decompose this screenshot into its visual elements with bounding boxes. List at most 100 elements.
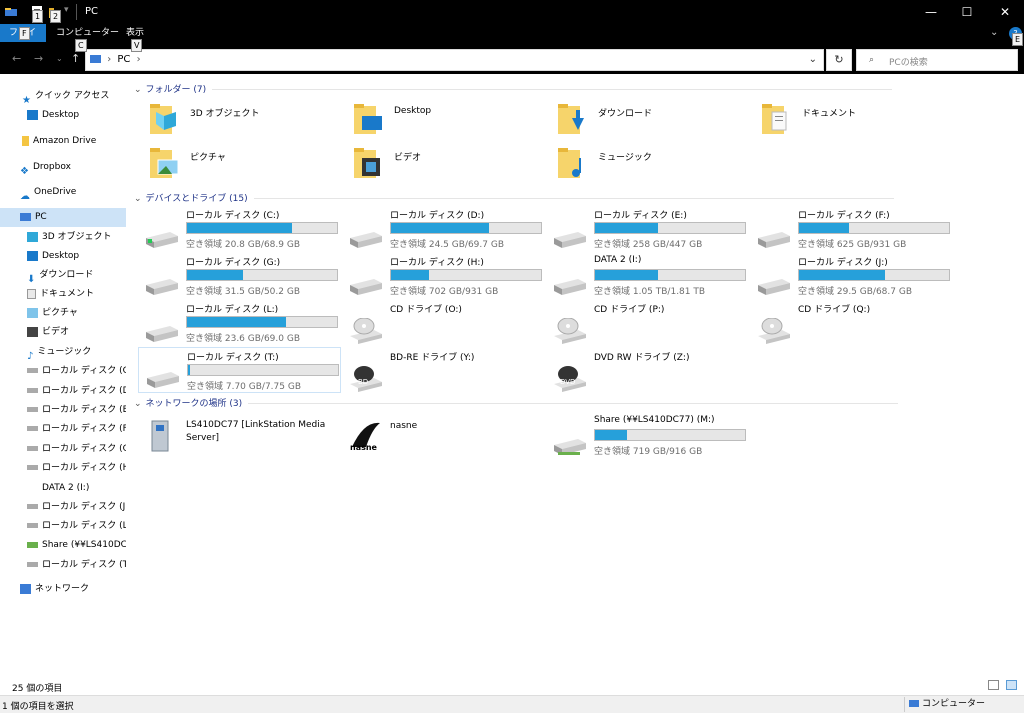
nav-quick-access[interactable]: ★ クイック アクセス xyxy=(0,87,126,106)
hard-drive-icon xyxy=(146,232,178,248)
refresh-button[interactable]: ↻ xyxy=(826,49,852,71)
close-icon[interactable]: ✕ xyxy=(982,0,1024,24)
group-folders[interactable]: ⌄ フォルダー (7) xyxy=(134,82,893,95)
nav-desktop-quick[interactable]: Desktop xyxy=(0,106,126,125)
picture-icon xyxy=(27,307,38,318)
drive-t[interactable]: ローカル ディスク (T:) 空き領域 7.70 GB/7.75 GB xyxy=(138,347,341,393)
media-server-icon xyxy=(151,420,169,452)
qat-customize-icon[interactable]: ▾ xyxy=(64,5,69,15)
drive-icon xyxy=(27,523,38,528)
up-icon[interactable]: ↑ xyxy=(71,52,80,65)
nav-desktop[interactable]: Desktop xyxy=(0,247,126,266)
folder-desktop[interactable]: Desktop xyxy=(338,100,538,142)
nav-drive-d[interactable]: ローカル ディスク (D:) xyxy=(0,382,126,401)
drive-icon xyxy=(27,407,38,412)
drive-e[interactable]: ローカル ディスク (E:) 空き領域 258 GB/447 GB xyxy=(546,208,746,254)
nav-amazon-drive[interactable]: Amazon Drive xyxy=(0,132,126,151)
folder-downloads[interactable]: ダウンロード xyxy=(542,100,742,142)
folder-videos[interactable]: ビデオ xyxy=(338,144,538,186)
drive-y[interactable]: BD BD-RE ドライブ (Y:) xyxy=(342,350,542,396)
details-view-icon[interactable] xyxy=(988,680,999,690)
nav-documents[interactable]: ドキュメント xyxy=(0,285,126,304)
status-bar: 25 個の項目 xyxy=(0,677,1024,695)
drive-o[interactable]: CD ドライブ (O:) xyxy=(342,302,542,348)
breadcrumb-chevron-icon[interactable]: › xyxy=(137,54,141,65)
ribbon-expand-icon[interactable]: ⌄ xyxy=(990,27,998,38)
nav-drive-g[interactable]: ローカル ディスク (G:) xyxy=(0,440,126,459)
tiles-view-icon[interactable] xyxy=(1006,680,1017,690)
network-nasne[interactable]: nasne nasne xyxy=(342,415,542,457)
drive-i[interactable]: DATA 2 (I:) 空き領域 1.05 TB/1.81 TB xyxy=(546,255,746,301)
chevron-down-icon: ⌄ xyxy=(134,194,142,204)
nav-drive-c[interactable]: ローカル ディスク (C:) xyxy=(0,362,126,381)
usage-bar-fill xyxy=(595,270,658,280)
nav-dropbox[interactable]: ❖ Dropbox xyxy=(0,158,126,177)
explorer-app-icon[interactable] xyxy=(4,4,18,20)
usage-bar xyxy=(186,222,338,234)
nav-drive-f[interactable]: ローカル ディスク (F:) xyxy=(0,420,126,439)
hard-drive-icon xyxy=(758,279,790,295)
keytip-qat-2: 2 xyxy=(50,10,62,23)
group-divider xyxy=(253,198,894,199)
drive-l[interactable]: ローカル ディスク (L:) 空き領域 23.6 GB/69.0 GB xyxy=(138,302,338,348)
cd-drive-icon xyxy=(554,318,586,344)
drive-p[interactable]: CD ドライブ (P:) xyxy=(546,302,746,348)
group-drives[interactable]: ⌄ デバイスとドライブ (15) xyxy=(134,191,894,204)
search-input[interactable]: ⌕ PCの検索 xyxy=(856,49,1018,71)
nav-network[interactable]: ネットワーク xyxy=(0,580,126,599)
nav-pictures[interactable]: ピクチャ xyxy=(0,304,126,323)
desktop-icon xyxy=(27,109,38,120)
music-folder-icon xyxy=(558,148,581,178)
pc-icon xyxy=(90,55,101,63)
usage-bar-fill xyxy=(799,270,885,280)
folder-documents[interactable]: ドキュメント xyxy=(746,100,946,142)
folder-pictures[interactable]: ピクチャ xyxy=(134,144,334,186)
nav-pc[interactable]: PC xyxy=(0,208,126,227)
nav-drive-j[interactable]: ローカル ディスク (J:) xyxy=(0,498,126,517)
network-linkstation[interactable]: LS410DC77 [LinkStation Media Server] xyxy=(138,415,338,457)
hard-drive-icon xyxy=(146,326,178,342)
drive-q[interactable]: CD ドライブ (Q:) xyxy=(750,302,950,348)
drive-g[interactable]: ローカル ディスク (G:) 空き領域 31.5 GB/50.2 GB xyxy=(138,255,338,301)
network-share-m[interactable]: Share (¥¥LS410DC77) (M:) 空き領域 719 GB/916… xyxy=(546,415,746,461)
network-icon xyxy=(20,583,31,594)
usage-bar-fill xyxy=(391,223,489,233)
back-icon[interactable]: ← xyxy=(12,52,21,65)
dvd-badge: DVD xyxy=(560,378,576,386)
content-pane: ⌄ フォルダー (7) 3D オブジェクト Desktop ダウンロード ドキュメ… xyxy=(130,74,1024,677)
desktop-icon xyxy=(27,250,38,261)
tab-computer[interactable]: コンピューター xyxy=(48,24,127,42)
pc-icon xyxy=(909,700,919,707)
nav-3d-objects[interactable]: 3D オブジェクト xyxy=(0,228,126,247)
nav-drive-h[interactable]: ローカル ディスク (H:) xyxy=(0,459,126,478)
nav-onedrive[interactable]: ☁ OneDrive xyxy=(0,183,126,202)
drive-z[interactable]: DVD DVD RW ドライブ (Z:) xyxy=(546,350,746,396)
group-network[interactable]: ⌄ ネットワークの場所 (3) xyxy=(134,396,899,409)
nav-downloads[interactable]: ⬇ ダウンロード xyxy=(0,266,126,285)
recent-icon[interactable]: ⌄ xyxy=(56,54,63,63)
forward-icon[interactable]: → xyxy=(34,52,43,65)
drive-f[interactable]: ローカル ディスク (F:) 空き領域 625 GB/931 GB xyxy=(750,208,950,254)
nav-share-m[interactable]: Share (¥¥LS410DC77 xyxy=(0,536,126,555)
nav-music[interactable]: ♪ ミュージック xyxy=(0,343,126,362)
drive-j[interactable]: ローカル ディスク (J:) 空き領域 29.5 GB/68.7 GB xyxy=(750,255,950,301)
cd-drive-icon xyxy=(350,318,382,344)
videos-folder-icon xyxy=(354,148,380,178)
breadcrumb-pc[interactable]: PC xyxy=(117,54,130,65)
drive-c[interactable]: ローカル ディスク (C:) 空き領域 20.8 GB/68.9 GB xyxy=(138,208,338,254)
search-icon: ⌕ xyxy=(869,55,875,65)
nav-drive-e[interactable]: ローカル ディスク (E:) xyxy=(0,401,126,420)
nav-drive-t[interactable]: ローカル ディスク (T:) xyxy=(0,556,126,575)
drive-d[interactable]: ローカル ディスク (D:) 空き領域 24.5 GB/69.7 GB xyxy=(342,208,542,254)
address-dropdown-icon[interactable]: ⌄ xyxy=(809,54,817,65)
nav-drive-i[interactable]: DATA 2 (I:) xyxy=(0,479,126,498)
folder-music[interactable]: ミュージック xyxy=(542,144,742,186)
nav-videos[interactable]: ビデオ xyxy=(0,323,126,342)
address-box[interactable]: › PC › ⌄ xyxy=(85,49,824,71)
folder-3d-objects[interactable]: 3D オブジェクト xyxy=(134,100,334,142)
nav-drive-l[interactable]: ローカル ディスク (L:) xyxy=(0,517,126,536)
drive-icon xyxy=(27,388,38,393)
search-placeholder: PCの検索 xyxy=(889,58,928,68)
refresh-icon: ↻ xyxy=(834,53,844,66)
drive-h[interactable]: ローカル ディスク (H:) 空き領域 702 GB/931 GB xyxy=(342,255,542,301)
